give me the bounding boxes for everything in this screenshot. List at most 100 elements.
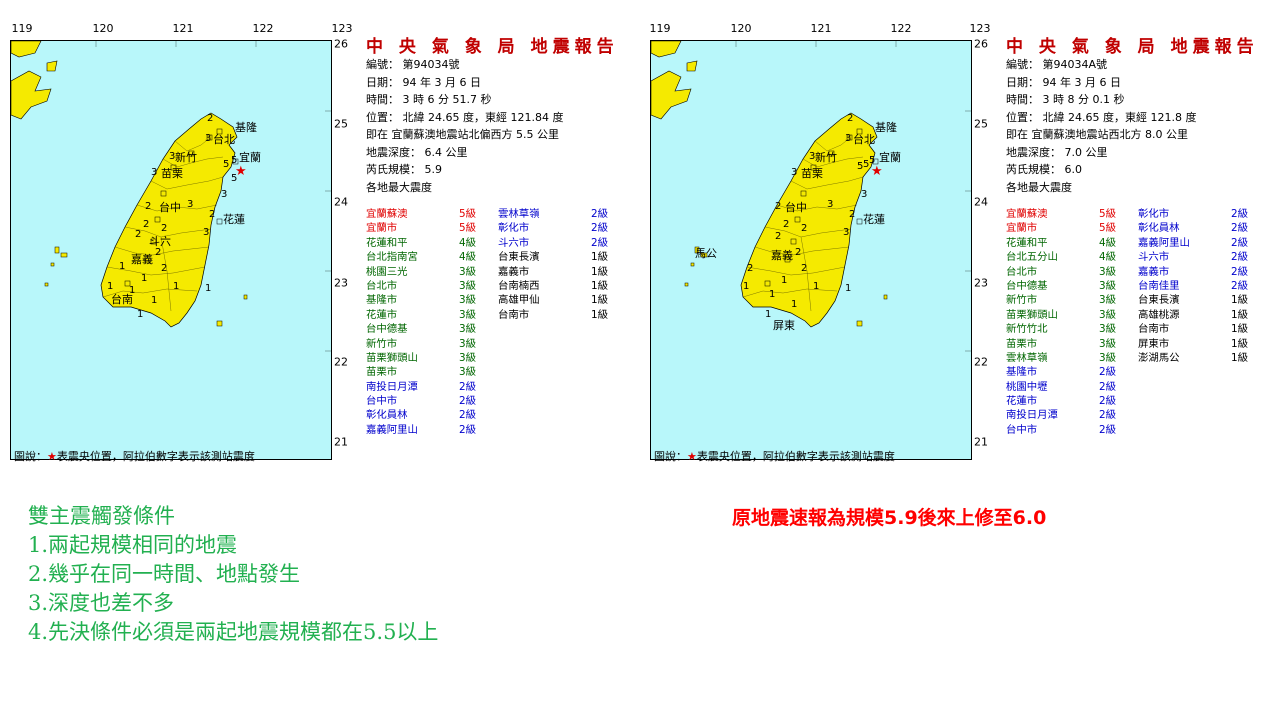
station-name: 新竹竹北 xyxy=(1006,323,1048,336)
station-name: 新竹市 xyxy=(1006,294,1038,307)
station-name: 桃園中壢 xyxy=(1006,380,1048,393)
station-row: 苗栗獅頭山 3級 xyxy=(1006,308,1129,322)
station-row: 高雄桃源 1級 xyxy=(1138,308,1261,322)
station-name: 澎湖馬公 xyxy=(1138,351,1180,364)
station-name: 嘉義市 xyxy=(498,265,530,278)
station-level: 2級 xyxy=(1231,236,1249,249)
city-label: 嘉義 xyxy=(131,252,153,266)
intensity-mark: 2 xyxy=(847,113,853,124)
station-level: 3級 xyxy=(1099,337,1117,350)
station-name: 嘉義阿里山 xyxy=(366,423,418,436)
report-number: 編號： 第94034A號 xyxy=(1006,58,1108,71)
station-row: 基隆市 2級 xyxy=(1006,365,1129,379)
station-level: 2級 xyxy=(1231,279,1249,292)
station-name: 台北市 xyxy=(1006,265,1038,278)
station-level: 1級 xyxy=(1231,337,1249,350)
magnitude-revision-note: 原地震速報為規模5.9後來上修至6.0 xyxy=(732,507,1047,529)
station-name: 台中市 xyxy=(366,395,398,408)
legend-text: 表震央位置，阿拉伯數字表示該測站震度 xyxy=(56,450,255,463)
star-icon: ★ xyxy=(47,450,57,463)
lat-tick: 26 xyxy=(334,37,348,51)
station-name: 台東長濱 xyxy=(1138,294,1180,307)
intensity-mark: 3 xyxy=(203,227,209,238)
lat-tick: 24 xyxy=(974,195,988,209)
lat-tick: 24 xyxy=(334,195,348,209)
station-name: 斗六市 xyxy=(1138,251,1170,264)
station-row: 台南市 1級 xyxy=(498,308,621,322)
station-row: 花蓮和平 4級 xyxy=(1006,236,1129,250)
station-name: 宜蘭蘇澳 xyxy=(1006,208,1048,220)
trigger-conditions: 雙主震觸發條件 1.兩起規模相同的地震 2.幾乎在同一時間、地點發生 3.深度也… xyxy=(28,502,438,647)
taiwan-map-svg: ★ 基隆 台北 新竹 苗栗 宜蘭 台中 嘉義 花蓮 屏東 馬公 2 3 3 3 … xyxy=(651,41,971,352)
station-row: 苗栗獅頭山 3級 xyxy=(366,351,489,365)
city-label: 台北 xyxy=(853,132,875,146)
station-row: 高雄甲仙 1級 xyxy=(498,293,621,307)
intensity-map: ★ 基隆 台北 新竹 苗栗 宜蘭 台中 嘉義 花蓮 屏東 馬公 2 3 3 3 … xyxy=(650,40,972,460)
intensity-mark: 3 xyxy=(205,133,211,144)
station-name: 台東長濱 xyxy=(498,251,540,264)
station-level: 1級 xyxy=(1231,294,1249,307)
report-time: 時間： 3 時 8 分 0.1 秒 xyxy=(1006,93,1125,106)
station-row: 基隆市 3級 xyxy=(366,293,489,307)
station-level: 2級 xyxy=(459,409,477,422)
station-name: 彰化市 xyxy=(498,222,530,235)
city-label: 台中 xyxy=(785,200,807,214)
station-level: 3級 xyxy=(1099,308,1117,321)
station-name: 苗栗市 xyxy=(366,366,398,379)
station-name: 台中德基 xyxy=(1006,279,1048,292)
station-name: 宜蘭市 xyxy=(366,222,398,235)
station-row: 苗栗市 3級 xyxy=(366,365,489,379)
station-name: 高雄桃源 xyxy=(1138,308,1180,321)
intensity-mark: 3 xyxy=(843,227,849,238)
station-name: 宜蘭市 xyxy=(1006,222,1038,235)
station-level: 5級 xyxy=(459,208,477,220)
city-label: 新竹 xyxy=(175,150,197,164)
station-level: 2級 xyxy=(459,380,477,393)
lat-tick: 26 xyxy=(974,37,988,51)
intensity-mark: 1 xyxy=(129,285,135,296)
station-row: 台南楠西 1級 xyxy=(498,279,621,293)
station-level: 2級 xyxy=(1231,251,1249,264)
station-row: 彰化員林 2級 xyxy=(1138,221,1261,235)
station-level: 3級 xyxy=(459,265,477,278)
station-level: 2級 xyxy=(1099,423,1117,436)
station-level: 3級 xyxy=(1099,279,1117,292)
lat-tick: 23 xyxy=(334,276,348,290)
intensity-mark: 1 xyxy=(813,281,819,292)
intensity-mark: 2 xyxy=(783,219,789,230)
station-name: 斗六市 xyxy=(498,236,530,249)
station-row: 南投日月潭 2級 xyxy=(366,380,489,394)
intensity-mark: 2 xyxy=(747,263,753,274)
report-near: 即在 宜蘭蘇澳地震站北偏西方 5.5 公里 xyxy=(366,128,559,141)
station-row: 新竹市 3級 xyxy=(1006,293,1129,307)
station-level: 3級 xyxy=(459,351,477,364)
station-row: 台北市 3級 xyxy=(366,279,489,293)
station-table-col1: 宜蘭蘇澳 5級 宜蘭市 5級 花蓮和平 4級 台北指南宮 4級 桃園三光 3級 台北市 3級 基隆市 3級… xyxy=(366,207,489,437)
station-row: 宜蘭市 5級 xyxy=(1006,221,1129,235)
lat-tick: 25 xyxy=(334,117,348,131)
intensity-mark: 2 xyxy=(143,219,149,230)
mainland-coast xyxy=(11,70,52,120)
station-row: 台中市 2級 xyxy=(366,394,489,408)
lat-tick: 25 xyxy=(974,117,988,131)
lon-tick: 119 xyxy=(11,22,33,35)
report-title: 中 央 氣 象 局 地震報告 xyxy=(1006,37,1259,57)
intensity-mark: 3 xyxy=(861,189,867,200)
station-level: 4級 xyxy=(459,251,477,264)
station-level: 1級 xyxy=(1231,351,1249,364)
latitude-axis: 26 25 24 23 22 21 xyxy=(334,34,358,464)
lat-tick: 22 xyxy=(334,355,348,369)
station-name: 南投日月潭 xyxy=(1006,409,1058,422)
longitude-axis: 119 120 121 122 123 xyxy=(648,22,991,36)
station-level: 4級 xyxy=(1099,251,1117,264)
report-time: 時間： 3 時 6 分 51.7 秒 xyxy=(366,93,492,106)
station-level: 3級 xyxy=(459,337,477,350)
station-row: 彰化市 2級 xyxy=(498,221,621,235)
station-name: 宜蘭蘇澳 xyxy=(366,208,408,220)
station-name: 彰化員林 xyxy=(366,409,408,422)
station-row: 台中市 2級 xyxy=(1006,423,1129,437)
station-name: 台南市 xyxy=(1138,323,1170,336)
station-row: 台中德基 3級 xyxy=(1006,279,1129,293)
intensity-mark: 1 xyxy=(781,275,787,286)
report-depth: 地震深度： 7.0 公里 xyxy=(1006,145,1108,159)
